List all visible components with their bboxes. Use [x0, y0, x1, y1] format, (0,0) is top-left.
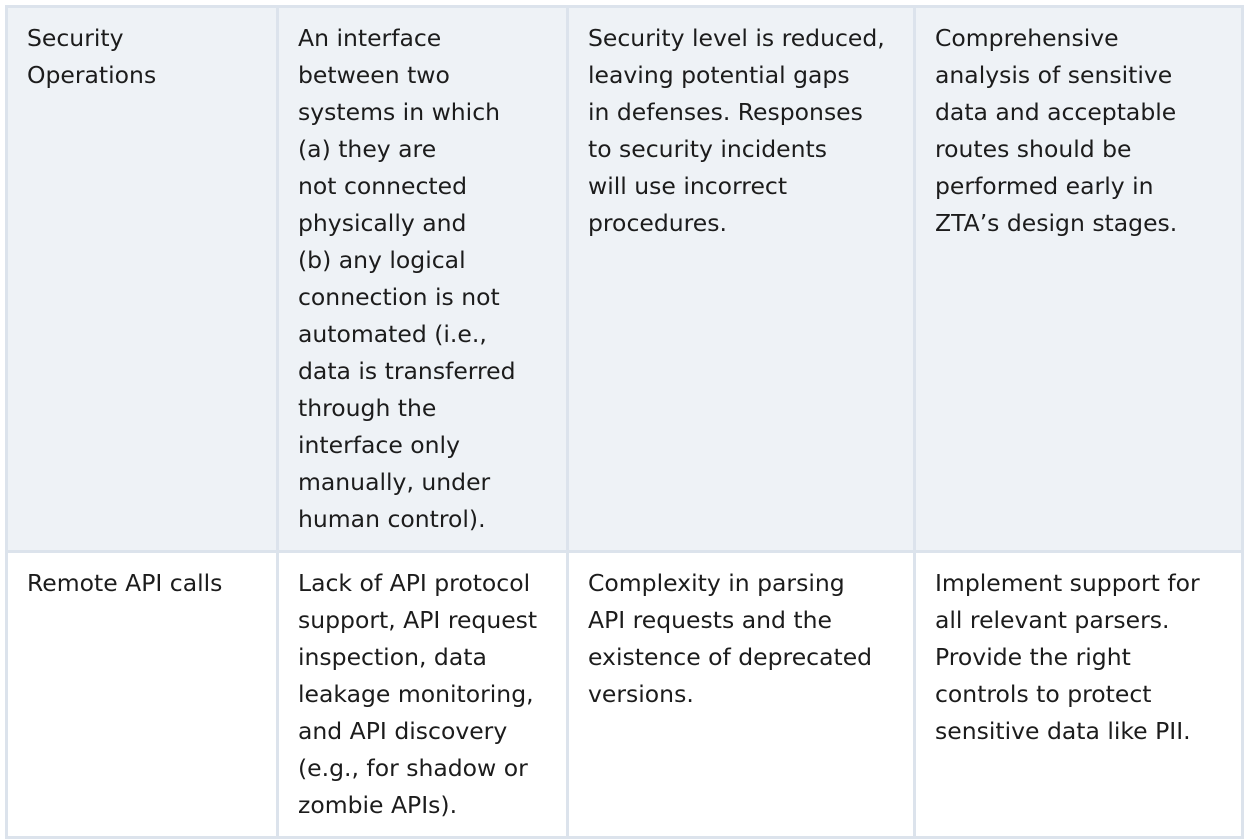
impact-cell: Security level is reduced,leaving potent…: [568, 7, 915, 552]
text-line: leaving potential gaps: [588, 57, 895, 94]
text-line: leakage monitoring,: [298, 676, 548, 713]
text-line: in defenses. Responses: [588, 94, 895, 131]
text-line: existence of deprecated: [588, 639, 895, 676]
text-line: Remote API calls: [27, 565, 258, 602]
text-line: interface only: [298, 427, 548, 464]
text-line: manually, under: [298, 464, 548, 501]
text-line: controls to protect: [935, 676, 1223, 713]
text-line: performed early in: [935, 168, 1223, 205]
text-line: Implement support for: [935, 565, 1223, 602]
text-line: procedures.: [588, 205, 895, 242]
impact-cell: Complexity in parsingAPI requests and th…: [568, 552, 915, 838]
text-line: inspection, data: [298, 639, 548, 676]
risk-table: SecurityOperations An interfacebetween t…: [5, 5, 1244, 839]
text-line: (e.g., for shadow or: [298, 750, 548, 787]
challenge-cell: An interfacebetween twosystems in which(…: [278, 7, 568, 552]
text-line: sensitive data like PII.: [935, 713, 1223, 750]
recommendation-text: Implement support forall relevant parser…: [935, 565, 1223, 750]
text-line: data is transferred: [298, 353, 548, 390]
text-line: ZTA’s design stages.: [935, 205, 1223, 242]
text-line: (b) any logical: [298, 242, 548, 279]
text-line: Lack of API protocol: [298, 565, 548, 602]
topic-text: SecurityOperations: [27, 20, 258, 94]
text-line: Complexity in parsing: [588, 565, 895, 602]
impact-text: Security level is reduced,leaving potent…: [588, 20, 895, 242]
impact-text: Complexity in parsingAPI requests and th…: [588, 565, 895, 713]
table-row: SecurityOperations An interfacebetween t…: [7, 7, 1243, 552]
text-line: An interface: [298, 20, 548, 57]
text-line: automated (i.e.,: [298, 316, 548, 353]
text-line: Operations: [27, 57, 258, 94]
text-line: connection is not: [298, 279, 548, 316]
text-line: and API discovery: [298, 713, 548, 750]
challenge-cell: Lack of API protocolsupport, API request…: [278, 552, 568, 838]
text-line: routes should be: [935, 131, 1223, 168]
challenge-text: An interfacebetween twosystems in which(…: [298, 20, 548, 538]
text-line: will use incorrect: [588, 168, 895, 205]
recommendation-cell: Implement support forall relevant parser…: [915, 552, 1243, 838]
text-line: analysis of sensitive: [935, 57, 1223, 94]
text-line: zombie APIs).: [298, 787, 548, 824]
text-line: physically and: [298, 205, 548, 242]
text-line: all relevant parsers.: [935, 602, 1223, 639]
text-line: between two: [298, 57, 548, 94]
text-line: (a) they are: [298, 131, 548, 168]
text-line: Security level is reduced,: [588, 20, 895, 57]
topic-cell: SecurityOperations: [7, 7, 278, 552]
recommendation-cell: Comprehensiveanalysis of sensitivedata a…: [915, 7, 1243, 552]
text-line: versions.: [588, 676, 895, 713]
text-line: through the: [298, 390, 548, 427]
text-line: Comprehensive: [935, 20, 1223, 57]
text-line: human control).: [298, 501, 548, 538]
risk-table-container: SecurityOperations An interfacebetween t…: [5, 5, 1241, 839]
text-line: not connected: [298, 168, 548, 205]
recommendation-text: Comprehensiveanalysis of sensitivedata a…: [935, 20, 1223, 242]
topic-text: Remote API calls: [27, 565, 258, 602]
text-line: systems in which: [298, 94, 548, 131]
table-row: Remote API calls Lack of API protocolsup…: [7, 552, 1243, 838]
text-line: API requests and the: [588, 602, 895, 639]
text-line: to security incidents: [588, 131, 895, 168]
topic-cell: Remote API calls: [7, 552, 278, 838]
challenge-text: Lack of API protocolsupport, API request…: [298, 565, 548, 824]
text-line: data and acceptable: [935, 94, 1223, 131]
text-line: Security: [27, 20, 258, 57]
text-line: Provide the right: [935, 639, 1223, 676]
table-body: SecurityOperations An interfacebetween t…: [7, 7, 1243, 839]
text-line: support, API request: [298, 602, 548, 639]
